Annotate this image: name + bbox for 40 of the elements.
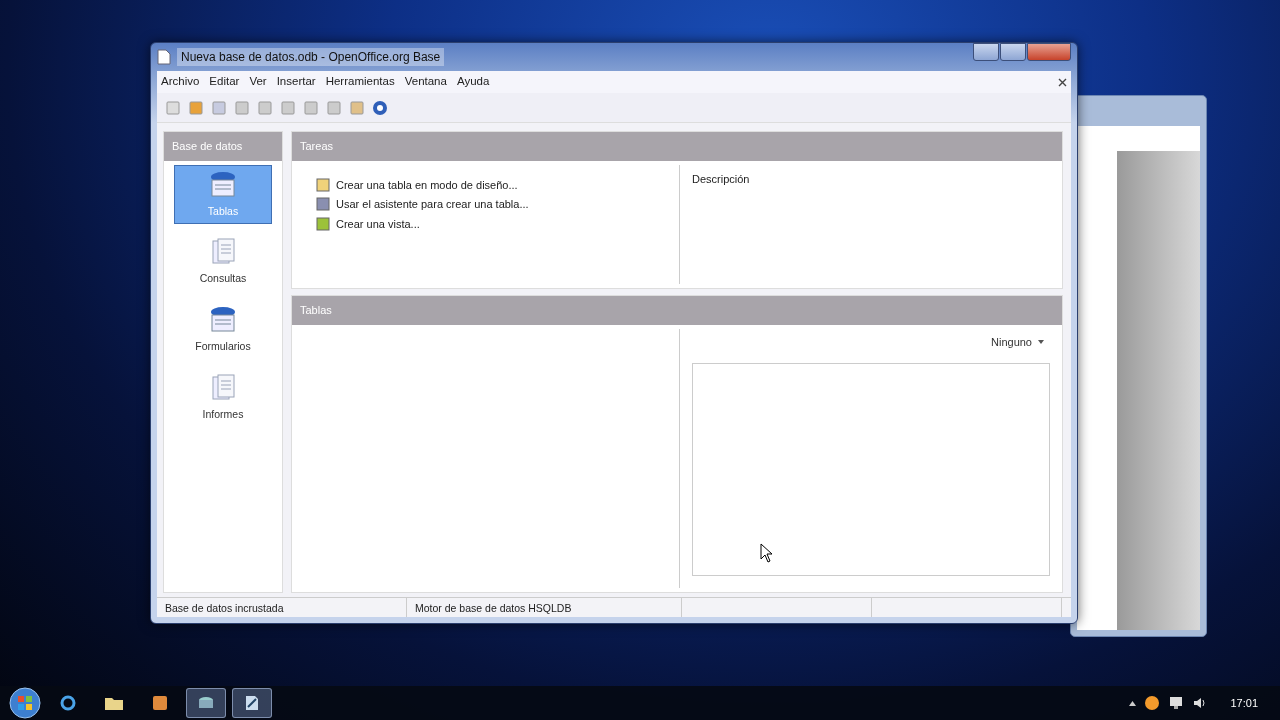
task-link[interactable]: Crear una vista... — [316, 215, 655, 232]
menu-item[interactable]: Ver — [249, 73, 267, 91]
menu-item[interactable]: Insertar — [276, 73, 316, 91]
menu-item[interactable]: Editar — [209, 73, 240, 91]
clock[interactable]: 17:01 — [1216, 694, 1272, 712]
database-icon — [197, 695, 215, 711]
tray-arrow-icon[interactable] — [1129, 700, 1137, 706]
window-title: Nueva base de datos.odb - OpenOffice.org Base — [177, 48, 445, 66]
panel-title: Tareas — [292, 132, 1062, 161]
database-taskbar-button[interactable] — [186, 688, 226, 718]
panel-title: Base de datos — [164, 132, 282, 161]
folder-icon — [105, 696, 123, 710]
close-icon[interactable] — [1058, 77, 1067, 87]
menu-item[interactable]: Ayuda — [456, 73, 490, 91]
document-icon — [157, 49, 171, 65]
menu-item[interactable]: Herramientas — [325, 73, 395, 91]
media-icon — [152, 695, 168, 711]
menu-item[interactable]: Ventana — [404, 73, 447, 91]
sidebar-item[interactable]: Formularios — [174, 300, 272, 360]
start-button[interactable] — [8, 686, 42, 720]
caret-icon — [1038, 339, 1044, 344]
description-label: Descripción — [691, 171, 751, 187]
status-field: Motor de base de datos HSQLDB — [407, 598, 682, 617]
sidebar-item[interactable]: Informes — [174, 367, 272, 428]
preview-dropdown[interactable]: Ninguno — [985, 332, 1050, 351]
task-link[interactable]: Crear una tabla en modo de diseño... — [316, 176, 655, 193]
network-icon[interactable] — [1168, 695, 1185, 711]
document-icon — [244, 695, 260, 711]
menu-item[interactable]: Archivo — [161, 73, 200, 91]
tray-app-icon[interactable] — [1144, 695, 1161, 711]
task-link[interactable]: Usar el asistente para crear una tabla... — [316, 196, 655, 213]
panel-title: Tablas — [292, 296, 1062, 325]
close-button[interactable] — [1027, 43, 1071, 61]
minimize-button[interactable] — [973, 43, 999, 61]
status-field: Base de datos incrustada — [157, 598, 407, 617]
mouse-cursor-icon — [760, 543, 774, 563]
document-taskbar-button[interactable] — [232, 688, 272, 718]
ring-icon — [60, 695, 76, 711]
maximize-button[interactable] — [1000, 43, 1026, 61]
sidebar-item[interactable]: Consultas — [174, 232, 272, 292]
